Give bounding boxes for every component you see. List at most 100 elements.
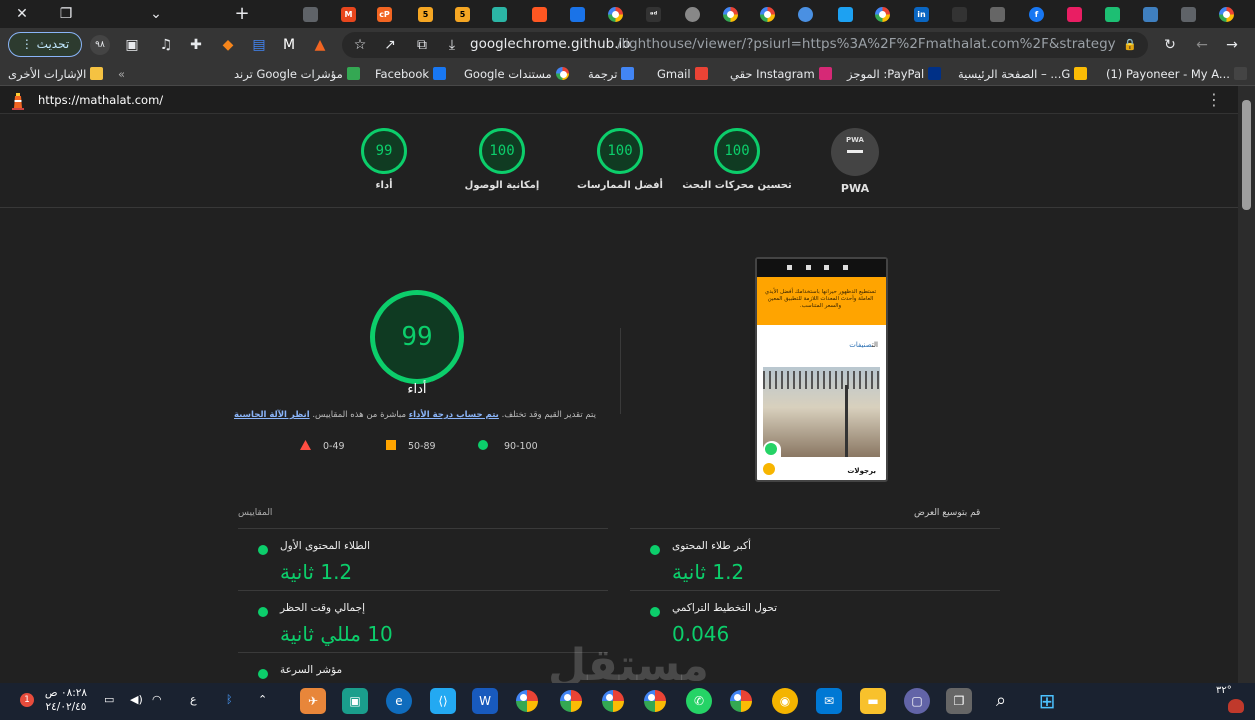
weather-temp[interactable]: ٣٢° — [1216, 685, 1232, 696]
other-bookmarks[interactable]: الإشارات الأخرى — [8, 65, 104, 83]
tab-icon[interactable] — [798, 7, 813, 22]
google-tab-icon[interactable] — [760, 7, 775, 22]
word-icon[interactable]: W — [472, 688, 498, 714]
new-tab-button[interactable]: + — [232, 4, 252, 24]
start-button-icon[interactable]: ⊞ — [1034, 688, 1060, 714]
close-window-icon[interactable]: ✕ — [12, 4, 32, 24]
tab-icon[interactable] — [532, 7, 547, 22]
taskbar-app-icon[interactable]: ▣ — [342, 688, 368, 714]
tab-icon[interactable] — [838, 7, 853, 22]
chrome-icon[interactable] — [642, 688, 668, 714]
vscode-icon[interactable]: ⟨⟩ — [430, 688, 456, 714]
notification-badge[interactable]: 1 — [20, 693, 34, 707]
bookmark-item[interactable]: مستندات Google — [464, 65, 569, 83]
address-bar[interactable]: ☆ ↗ ⧉ ⤓ googlechrome.github.io /lighthou… — [342, 32, 1148, 58]
legend-average: 50-89 — [386, 440, 436, 452]
extensions-icon[interactable]: ✚ — [186, 35, 206, 55]
whatsapp-icon[interactable]: ✆ — [686, 688, 712, 714]
chrome-icon[interactable] — [600, 688, 626, 714]
tab-icon[interactable] — [1067, 7, 1082, 22]
install-icon[interactable]: ⤓ — [442, 35, 462, 55]
search-icon[interactable]: ⌕ — [988, 688, 1014, 714]
teams-icon[interactable]: ▢ — [904, 688, 930, 714]
file-explorer-icon[interactable]: ▬ — [860, 688, 886, 714]
taskbar-app-icon[interactable]: ◉ — [772, 688, 798, 714]
tab-icon[interactable] — [570, 7, 585, 22]
pwa-badge-text: PWA — [846, 136, 864, 144]
weather-icon[interactable] — [1228, 699, 1244, 713]
bookmark-item[interactable]: مؤشرات Google ترند — [234, 65, 360, 83]
tab-icon[interactable]: 5 — [455, 7, 470, 22]
page-scrollbar[interactable] — [1238, 86, 1255, 683]
tab-icon[interactable]: M — [341, 7, 356, 22]
chrome-icon[interactable] — [558, 688, 584, 714]
scrollbar-thumb[interactable] — [1242, 100, 1251, 210]
lighthouse-extension-icon[interactable]: ▲ — [310, 35, 330, 55]
tab-icon[interactable] — [492, 7, 507, 22]
chrome-icon[interactable] — [514, 688, 540, 714]
back-icon[interactable]: → — [1222, 35, 1242, 55]
profile-avatar[interactable]: ٩٨ — [90, 35, 110, 55]
expand-view-toggle[interactable]: قم بتوسيع العرض — [914, 508, 980, 518]
media-icon[interactable]: ♫ — [156, 35, 176, 55]
final-screenshot[interactable]: تستطيع الدظهور حيرانها باستخدامك أفضل ال… — [755, 257, 888, 482]
chrome-icon[interactable] — [728, 688, 754, 714]
extension-icon[interactable]: M — [279, 35, 299, 55]
tab-icon[interactable] — [990, 7, 1005, 22]
tab-icon[interactable]: ᵃᵈ — [646, 7, 661, 22]
report-menu-icon[interactable]: ⋮ — [1206, 90, 1222, 110]
tab-icon[interactable]: 5 — [418, 7, 433, 22]
show-hidden-icons[interactable]: ⌃ — [258, 693, 267, 706]
volume-icon[interactable]: ◀) — [130, 693, 143, 706]
sidebar-icon[interactable]: ▣ — [122, 35, 142, 55]
battery-icon[interactable]: ▭ — [104, 693, 114, 706]
open-in-app-icon[interactable]: ⧉ — [412, 35, 432, 55]
bluetooth-icon[interactable]: ᛒ — [226, 693, 233, 706]
bookmark-item[interactable]: Gmail — [657, 65, 708, 83]
bookmark-item[interactable]: (1) Payoneer - My A... — [1106, 65, 1247, 83]
metamask-icon[interactable]: ◆ — [218, 35, 238, 55]
tab-icon[interactable] — [685, 7, 700, 22]
bookmark-item[interactable]: ترجمة — [588, 65, 635, 83]
more-bookmarks-chevron-icon[interactable]: » — [118, 65, 125, 83]
google-tab-icon[interactable] — [723, 7, 738, 22]
bookmark-item[interactable]: Facebook — [375, 65, 447, 83]
bookmark-star-icon[interactable]: ☆ — [350, 35, 370, 55]
minimize-window-icon[interactable]: ⌄ — [146, 4, 166, 24]
reload-icon[interactable]: ↻ — [1160, 35, 1180, 55]
score-calculation-link[interactable]: يتم حساب درجة الأداء — [409, 410, 499, 420]
google-tab-icon[interactable] — [1219, 7, 1234, 22]
restore-window-icon[interactable]: ❐ — [56, 4, 76, 24]
report-url[interactable]: https://mathalat.com/ — [38, 93, 163, 107]
edge-icon[interactable]: e — [386, 688, 412, 714]
tab-icon[interactable] — [1143, 7, 1158, 22]
tab-icon[interactable] — [303, 7, 318, 22]
tab-icon[interactable]: cP — [377, 7, 392, 22]
gauge-pwa[interactable]: PWA PWA — [785, 128, 925, 195]
metric-value: 1.2 ثانية — [672, 560, 745, 584]
lock-icon[interactable]: 🔒 — [1120, 35, 1140, 55]
forward-icon[interactable]: ← — [1192, 35, 1212, 55]
clock[interactable]: ٠٨:٢٨ ص ٢٤/٠٢/٤٥ — [40, 686, 92, 714]
task-view-icon[interactable]: ❐ — [946, 688, 972, 714]
bookmark-item[interactable]: G... – الصفحة الرئيسية — [958, 65, 1088, 83]
pass-circle-icon — [258, 545, 268, 555]
translate-icon[interactable]: ▤ — [249, 35, 269, 55]
taskbar-app-icon[interactable]: ✈ — [300, 688, 326, 714]
calculator-link[interactable]: انظر الآلة الحاسبة — [234, 410, 310, 420]
bookmark-item[interactable]: PayPal: الموجز — [847, 65, 942, 83]
linkedin-tab-icon[interactable]: in — [914, 7, 929, 22]
google-icon — [555, 67, 569, 80]
bookmark-item[interactable]: Instagram حقي — [730, 65, 832, 83]
share-icon[interactable]: ↗ — [380, 35, 400, 55]
mail-icon[interactable]: ✉ — [816, 688, 842, 714]
update-button[interactable]: ⋮ تحديث — [8, 32, 82, 57]
tab-icon[interactable] — [1105, 7, 1120, 22]
tab-icon[interactable] — [952, 7, 967, 22]
wifi-icon[interactable]: ◠ — [152, 693, 162, 706]
facebook-tab-icon[interactable]: f — [1029, 7, 1044, 22]
google-tab-icon[interactable] — [875, 7, 890, 22]
google-tab-icon[interactable] — [608, 7, 623, 22]
language-indicator[interactable]: ع — [190, 693, 197, 706]
tab-icon[interactable] — [1181, 7, 1196, 22]
